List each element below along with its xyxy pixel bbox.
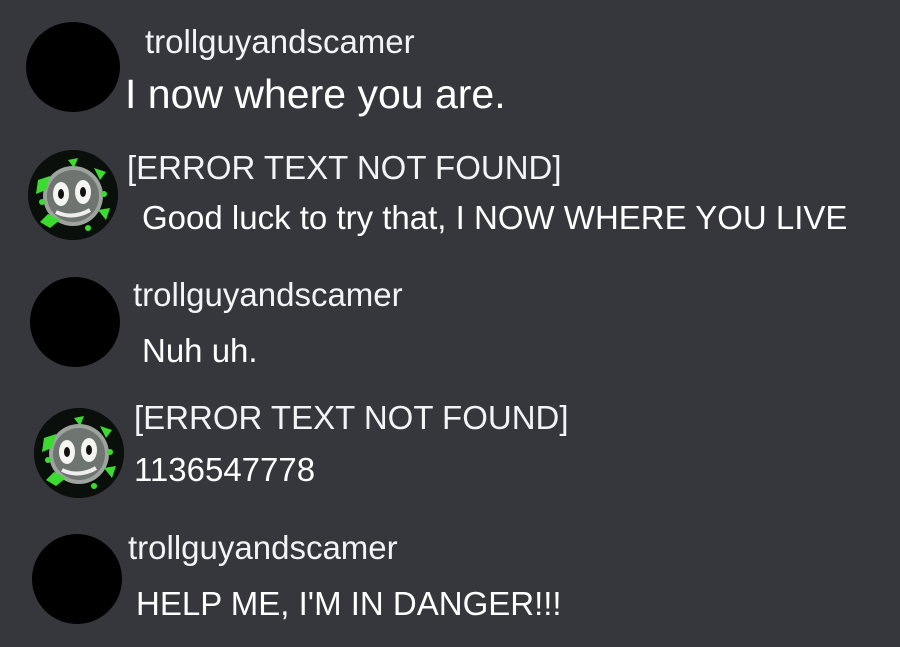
- chat-message-list: trollguyandscamer I now where you are. […: [0, 0, 900, 647]
- glitched-skull-avatar-icon[interactable]: [34, 408, 124, 498]
- message-text: Nuh uh.: [142, 332, 258, 369]
- message-text: 1136547778: [134, 451, 316, 488]
- blacked-out-avatar-icon[interactable]: [30, 277, 120, 367]
- message-author[interactable]: trollguyandscamer: [133, 275, 403, 315]
- message-author[interactable]: trollguyandscamer: [128, 528, 398, 568]
- message-text: Good luck to try that, I NOW WHERE YOU L…: [142, 199, 848, 236]
- blacked-out-avatar-icon[interactable]: [26, 22, 120, 112]
- message-author[interactable]: [ERROR TEXT NOT FOUND]: [127, 148, 562, 188]
- blacked-out-avatar-icon[interactable]: [32, 534, 122, 624]
- message-author[interactable]: trollguyandscamer: [145, 22, 415, 62]
- glitched-skull-avatar-icon[interactable]: [28, 150, 118, 240]
- message-text: I now where you are.: [125, 71, 506, 117]
- message-author[interactable]: [ERROR TEXT NOT FOUND]: [134, 398, 569, 438]
- message-text: HELP ME, I'M IN DANGER!!!: [136, 585, 562, 622]
